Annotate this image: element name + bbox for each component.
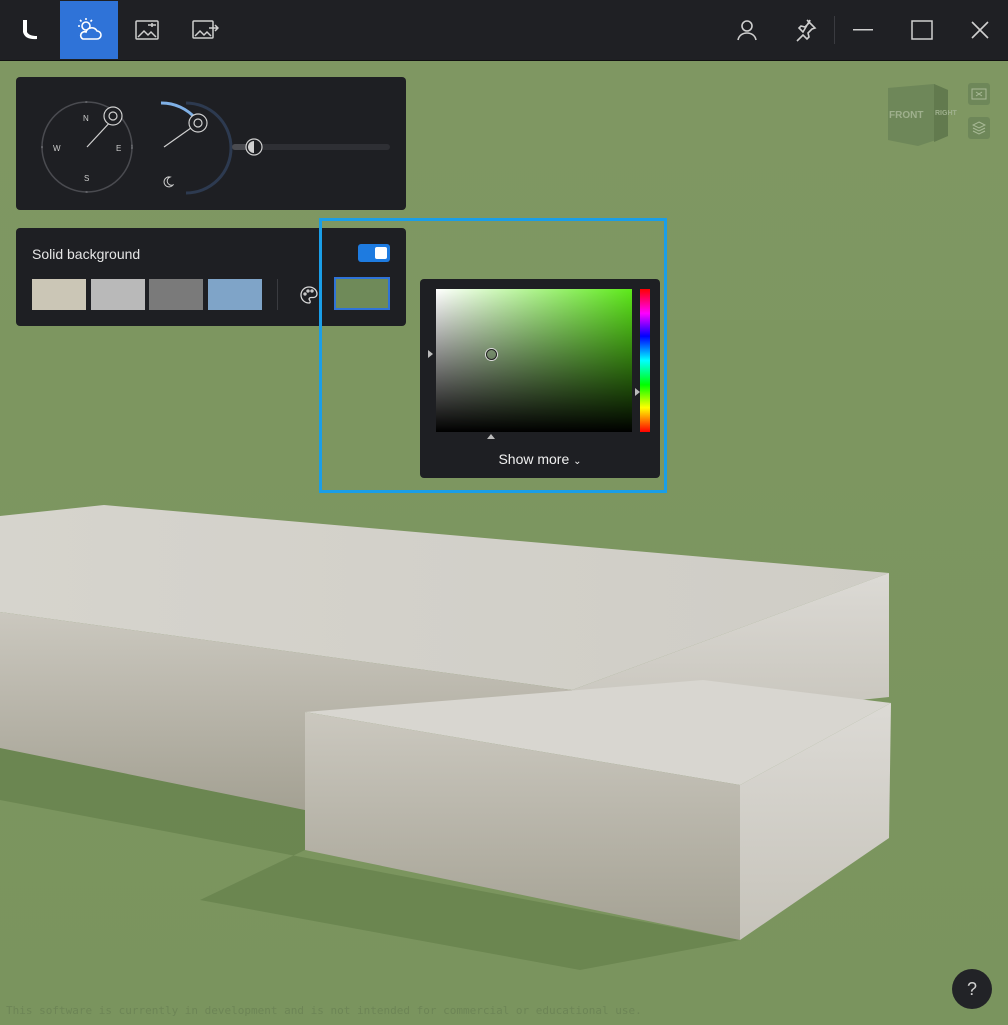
app-logo-icon[interactable]	[0, 1, 58, 59]
image-settings-icon[interactable]	[118, 1, 176, 59]
solid-background-label: Solid background	[32, 246, 141, 262]
weather-sun-cloud-icon[interactable]	[60, 1, 118, 59]
title-bar	[0, 0, 1008, 61]
camera-view-icon[interactable]	[968, 83, 990, 105]
pin-icon[interactable]	[776, 1, 834, 59]
view-cube[interactable]: FRONT RIGHT	[884, 82, 957, 153]
development-disclaimer: This software is currently in developmen…	[6, 1004, 642, 1017]
maximize-icon[interactable]	[893, 1, 951, 59]
sun-settings-panel: N E S W	[16, 77, 406, 210]
compass-east-label: E	[116, 144, 122, 153]
view-cube-front-label: FRONT	[889, 110, 924, 121]
moon-icon	[162, 175, 175, 193]
swatch-beige[interactable]	[32, 279, 86, 310]
swatch-blue[interactable]	[208, 279, 262, 310]
layers-icon[interactable]	[968, 117, 990, 139]
swatch-dark-gray[interactable]	[149, 279, 203, 310]
minimize-icon[interactable]	[835, 1, 893, 59]
swatch-light-gray[interactable]	[91, 279, 145, 310]
help-label: ?	[966, 978, 977, 999]
swatch-divider	[277, 279, 278, 310]
compass-north-label: N	[83, 114, 89, 123]
help-button[interactable]: ?	[952, 969, 992, 1009]
highlight-box	[319, 218, 667, 493]
view-cube-right-label: RIGHT	[935, 110, 957, 117]
user-icon[interactable]	[718, 1, 776, 59]
palette-icon[interactable]	[299, 285, 319, 310]
image-export-icon[interactable]	[176, 1, 234, 59]
close-icon[interactable]	[951, 1, 1008, 59]
compass-south-label: S	[84, 174, 90, 183]
sun-direction-compass[interactable]	[16, 77, 406, 210]
compass-west-label: W	[53, 144, 61, 153]
